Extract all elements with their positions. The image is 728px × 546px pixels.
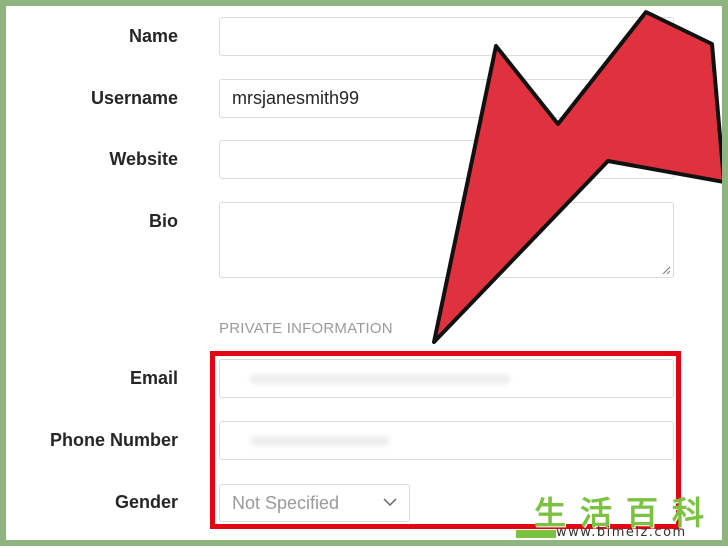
bio-label: Bio <box>149 211 178 231</box>
phone-blurred-text <box>250 436 390 446</box>
watermark: 生活百科 www.bimeiz.com <box>516 484 722 540</box>
watermark-url: www.bimeiz.com <box>556 525 687 540</box>
website-field[interactable] <box>219 140 674 179</box>
email-field[interactable] <box>219 359 674 398</box>
name-label: Name <box>128 26 178 46</box>
edit-profile-form: Name Username mrsjanesmith99 Website Bio… <box>6 6 722 540</box>
username-field[interactable]: mrsjanesmith99 <box>219 79 674 118</box>
resize-handle-icon[interactable] <box>662 266 670 274</box>
phone-number-label: Phone Number <box>49 430 178 450</box>
gender-selected-value: Not Specified <box>232 493 340 513</box>
watermark-bar <box>516 530 556 538</box>
bio-textarea[interactable] <box>219 202 674 278</box>
username-label: Username <box>90 88 178 108</box>
phone-number-field[interactable] <box>219 421 674 460</box>
email-label: Email <box>129 368 178 388</box>
website-label: Website <box>109 149 178 169</box>
private-information-heading: PRIVATE INFORMATION <box>219 320 393 337</box>
email-blurred-text <box>250 374 510 384</box>
name-field[interactable] <box>219 17 674 56</box>
gender-label: Gender <box>114 492 178 512</box>
chevron-down-icon <box>383 498 397 507</box>
gender-select[interactable]: Not Specified <box>219 484 410 522</box>
